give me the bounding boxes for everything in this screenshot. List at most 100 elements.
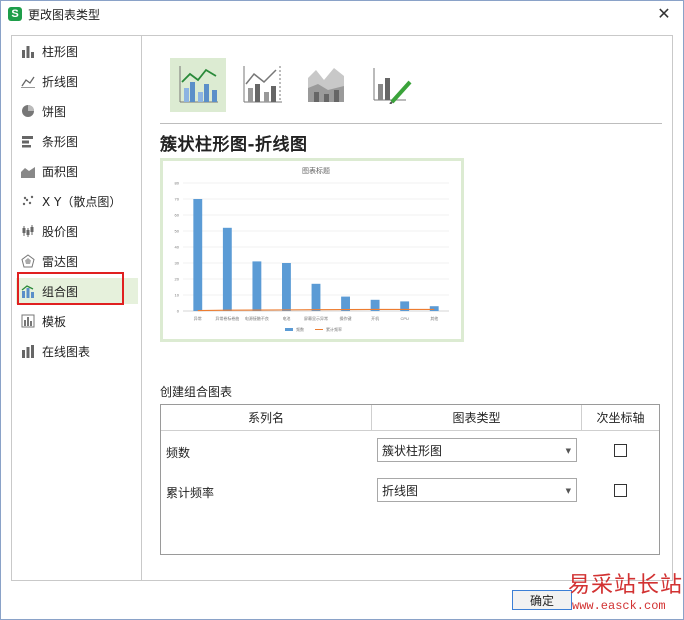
y-tick-label: 80 (175, 181, 180, 186)
sidebar-item-label: 组合图 (42, 284, 79, 299)
sidebar-item-combo[interactable]: 组合图 (16, 278, 138, 304)
custom-combo-icon (368, 64, 412, 107)
sidebar-item-pie[interactable]: 饼图 (16, 98, 138, 124)
sidebar-item-template[interactable]: 模板 (16, 308, 138, 334)
sidebar-item-column[interactable]: 柱形图 (16, 38, 138, 64)
sidebar-item-scatter[interactable]: X Y（散点图） (16, 188, 138, 214)
y-tick-label: 20 (175, 277, 180, 282)
x-tick-label: 电池 (282, 315, 290, 321)
watermark: 易采站长站 www.easck.com (566, 567, 684, 620)
sidebar-item-stock[interactable]: 股价图 (16, 218, 138, 244)
secondary-axis-checkbox-cumulative[interactable] (614, 484, 627, 497)
clustered-column-line-icon (176, 64, 220, 107)
chart-type-sidebar: 柱形图 折线图 饼图 条形图 面积图 X Y（散点图） 股价图 雷达图 组合图 … (11, 35, 141, 581)
watermark-url: www.easck.com (572, 599, 666, 613)
sidebar-item-label: 在线图表 (42, 344, 91, 359)
scatter-chart-icon (20, 193, 36, 209)
x-tick-label: 异常卷标卷曲 (215, 315, 239, 321)
chevron-down-icon: ▼ (565, 487, 571, 495)
sidebar-item-label: 折线图 (42, 74, 79, 89)
sidebar-item-label: 雷达图 (42, 254, 79, 269)
watermark-title: 易采站长站 (568, 573, 684, 598)
select-value: 折线图 (382, 483, 419, 498)
bar-2 (252, 261, 262, 311)
preview-chart-svg: 图表标题 0 10 20 30 40 50 60 70 80 异常 异常卷标卷曲 电源接触不良 电池 屏幕显… (175, 166, 449, 332)
divider (160, 123, 662, 124)
clustered-column-line-secondary-icon (240, 64, 284, 107)
radar-chart-icon (20, 253, 36, 269)
combo-chart-icon (20, 283, 36, 299)
subtype-clustered-column-line-secondary[interactable] (234, 58, 290, 112)
horizontal-bar-icon (20, 133, 36, 149)
bar-1 (222, 227, 232, 311)
y-tick-label: 0 (177, 309, 180, 314)
sidebar-item-radar[interactable]: 雷达图 (16, 248, 138, 274)
x-tick-label: 异常 (194, 315, 202, 321)
sidebar-item-bar[interactable]: 条形图 (16, 128, 138, 154)
subtype-stacked-area-column[interactable] (298, 58, 354, 112)
pie-chart-icon (20, 103, 36, 119)
online-chart-icon (20, 343, 36, 359)
template-icon (20, 313, 36, 329)
bar-8 (429, 306, 439, 311)
chevron-down-icon: ▼ (565, 447, 571, 455)
series-name-frequency: 频数 (166, 446, 191, 460)
subtype-custom-combo[interactable] (362, 58, 418, 112)
sidebar-item-label: 面积图 (42, 164, 79, 179)
chart-preview: 图表标题 0 10 20 30 40 50 60 70 80 异常 异常卷标卷曲 电源接触不良 电池 屏幕显… (160, 158, 464, 342)
combo-series-table: 系列名 图表类型 次坐标轴 频数 簇状柱形图 ▼ 累计频率 折线图 ▼ (160, 404, 660, 555)
x-tick-label: 屏幕显示异常 (304, 315, 328, 321)
column-header-series: 系列名 (161, 405, 372, 431)
x-tick-label: 电源接触不良 (245, 315, 269, 321)
x-tick-label: 开机 (371, 315, 379, 321)
column-header-chart-type: 图表类型 (372, 405, 582, 431)
sidebar-item-label: 股价图 (42, 224, 79, 239)
app-icon: S (8, 7, 22, 21)
legend-label-bar: 频数 (296, 326, 304, 332)
sidebar-item-label: 模板 (42, 314, 67, 329)
y-tick-label: 60 (175, 213, 180, 218)
x-tick-label: 其他 (430, 315, 438, 321)
title-bar: S 更改图表类型 ✕ (1, 1, 683, 27)
series-name-cumulative: 累计频率 (166, 486, 215, 500)
chart-subtype-heading: 簇状柱形图-折线图 (160, 135, 308, 155)
legend-label-line: 累计频率 (326, 326, 342, 332)
chart-type-select-frequency[interactable]: 簇状柱形图 ▼ (377, 438, 577, 462)
x-tick-label: 操作键 (340, 315, 352, 321)
chart-type-content: 簇状柱形图-折线图 图表标题 0 10 20 30 40 50 60 70 80 异常 异常卷标卷曲电… (141, 35, 673, 581)
y-tick-label: 70 (175, 197, 180, 202)
sidebar-item-label: 柱形图 (42, 44, 79, 59)
dialog-title: 更改图表类型 (28, 7, 101, 22)
secondary-axis-checkbox-frequency[interactable] (614, 444, 627, 457)
chart-title: 图表标题 (302, 166, 330, 175)
y-tick-label: 30 (175, 261, 180, 266)
sidebar-item-label: 饼图 (42, 104, 67, 119)
y-tick-label: 50 (175, 229, 180, 234)
bar-0 (193, 199, 203, 311)
legend-swatch-bar (285, 328, 293, 331)
sidebar-item-label: 条形图 (42, 134, 79, 149)
sidebar-item-line[interactable]: 折线图 (16, 68, 138, 94)
create-combo-label: 创建组合图表 (160, 385, 233, 399)
y-tick-label: 10 (175, 293, 180, 298)
subtype-clustered-column-line[interactable] (170, 58, 226, 112)
bar-4 (311, 283, 321, 311)
bar-3 (282, 263, 291, 311)
area-chart-icon (20, 163, 36, 179)
stock-chart-icon (20, 223, 36, 239)
sidebar-item-label: X Y（散点图） (42, 194, 122, 209)
x-tick-label: CPU (400, 316, 409, 321)
column-header-secondary-axis: 次坐标轴 (582, 405, 659, 431)
sidebar-item-online[interactable]: 在线图表 (16, 338, 138, 364)
sidebar-item-area[interactable]: 面积图 (16, 158, 138, 184)
ok-button[interactable]: 确定 (512, 590, 572, 610)
stacked-area-column-icon (304, 64, 348, 107)
change-chart-type-dialog: S 更改图表类型 ✕ 柱形图 折线图 饼图 条形图 面积图 X Y（散点图） 股… (0, 0, 684, 620)
line-chart-icon (20, 73, 36, 89)
close-button[interactable]: ✕ (655, 5, 673, 23)
bar-5 (341, 296, 350, 311)
select-value: 簇状柱形图 (382, 443, 443, 458)
bar-chart-icon (20, 43, 36, 59)
chart-type-select-cumulative[interactable]: 折线图 ▼ (377, 478, 577, 502)
y-tick-label: 40 (175, 245, 180, 250)
